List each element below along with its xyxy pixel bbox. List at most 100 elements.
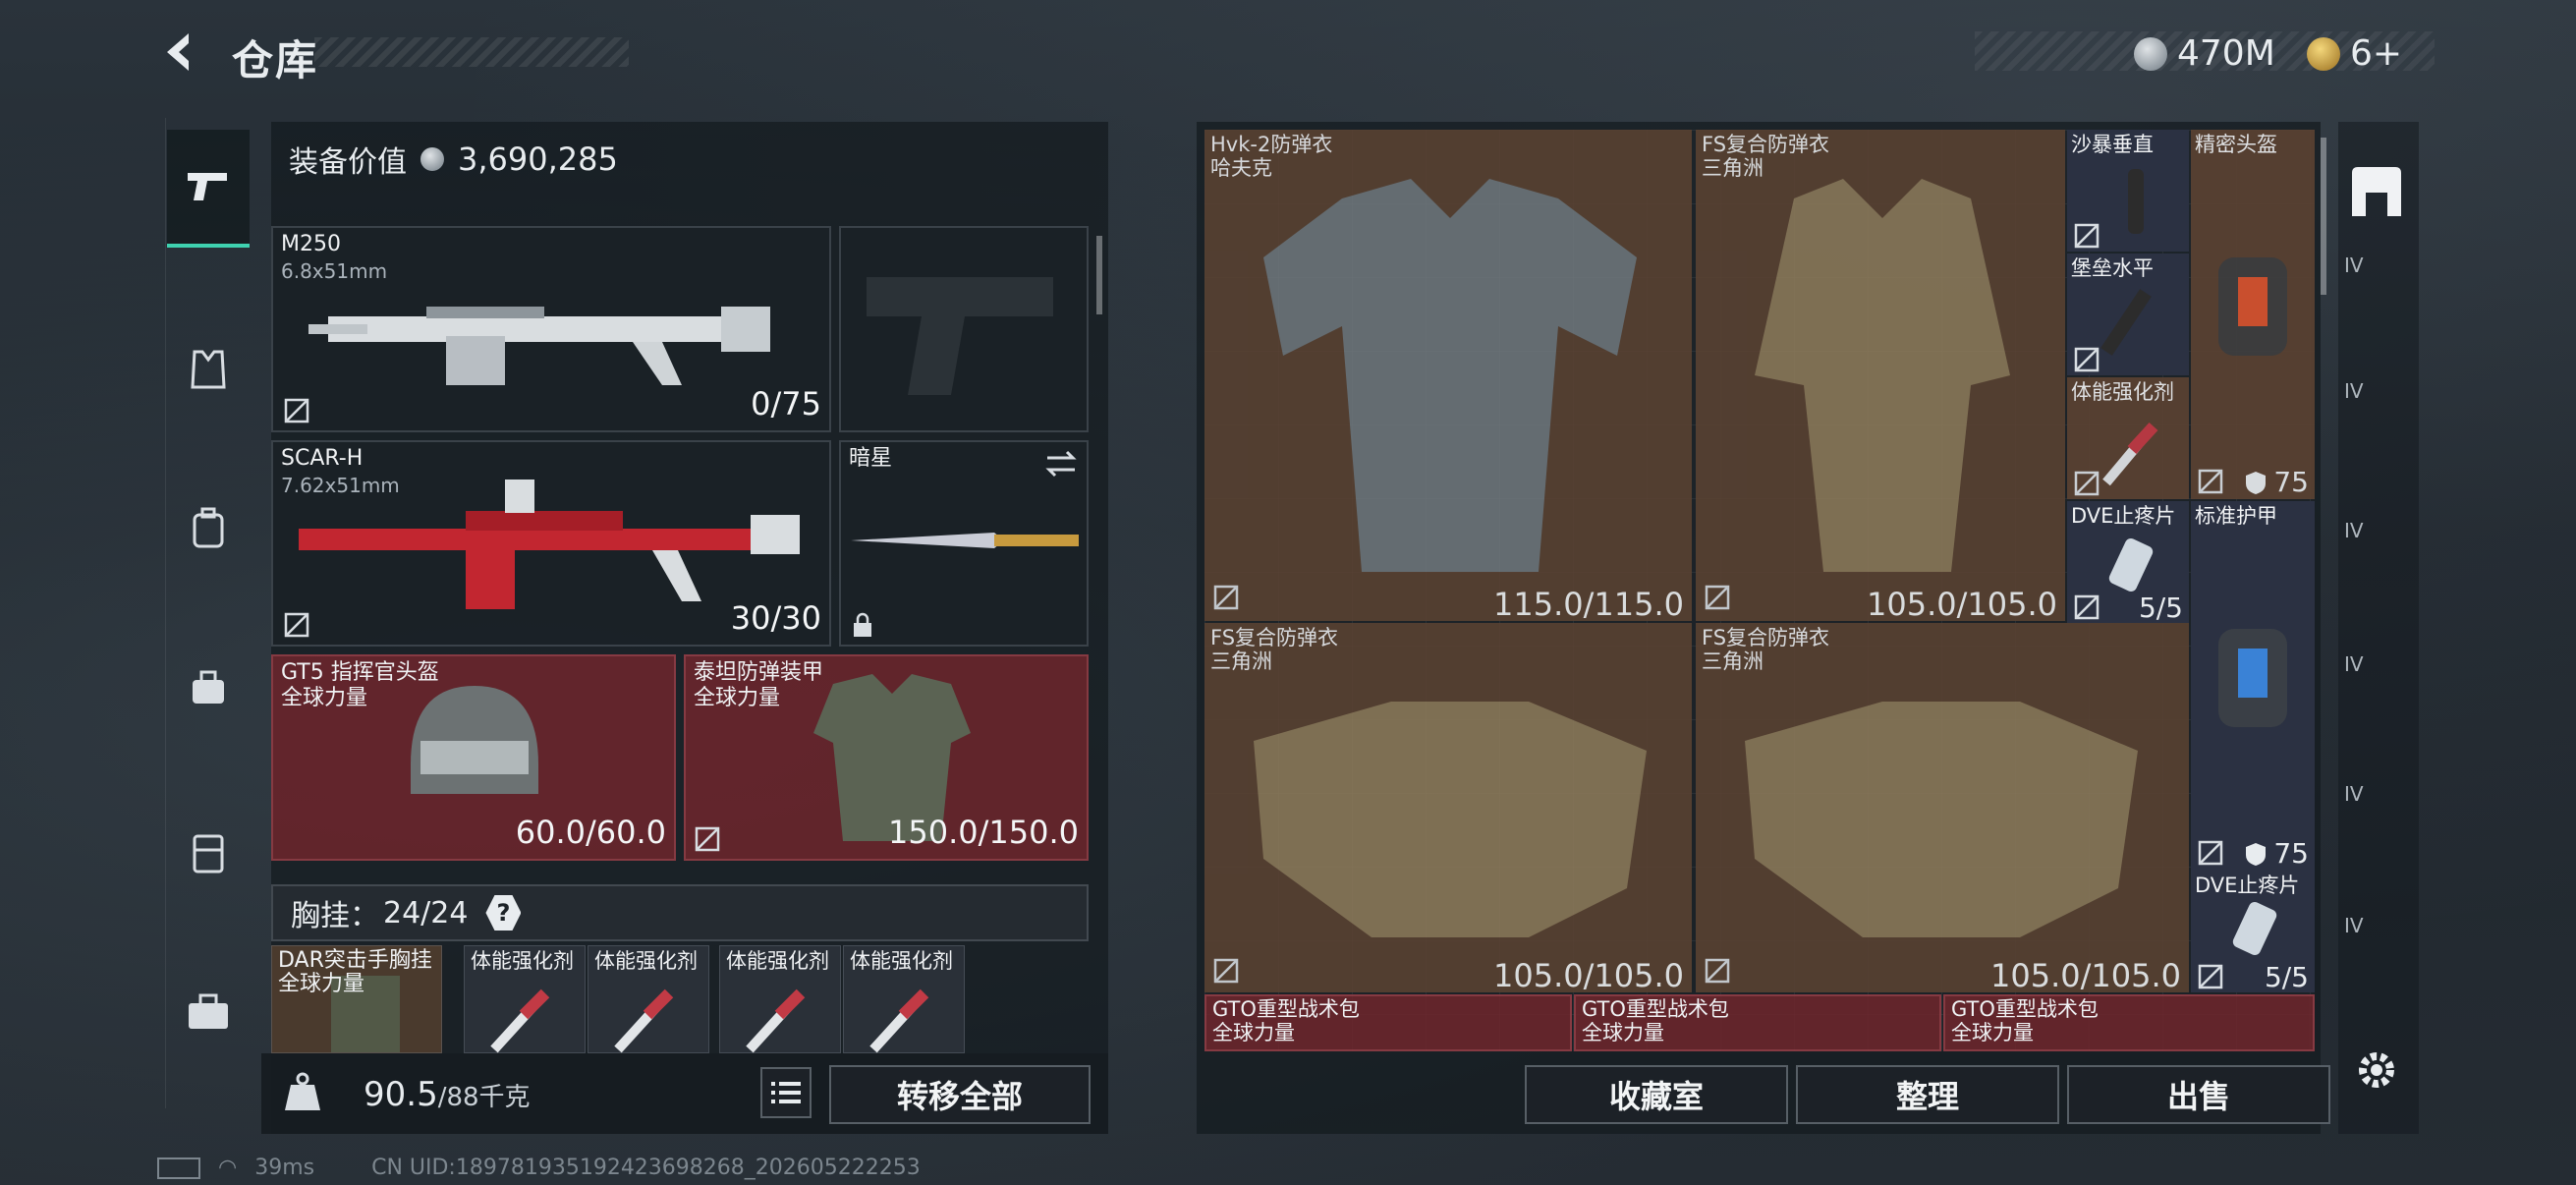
item-shield-value: 75 [2273, 837, 2309, 870]
weapon-ammo: 30/30 [730, 599, 821, 637]
tier-label: IV [2344, 519, 2364, 542]
stash-item-11[interactable]: GTO重型战术包 全球力量 [1204, 994, 1572, 1051]
collection-room-button[interactable]: 收藏室 [1525, 1065, 1788, 1124]
vest-icon [1254, 702, 1647, 937]
stash-item-12[interactable]: GTO重型战术包 全球力量 [1574, 994, 1941, 1051]
rig-item-1[interactable]: 体能强化剂 [464, 945, 586, 1053]
pistol-slot-empty[interactable] [839, 226, 1089, 432]
pistol-icon [188, 173, 227, 200]
loadout-scrollbar[interactable] [1096, 236, 1102, 314]
item-name: FS复合防弹衣 [1702, 133, 1830, 156]
stash-item-7[interactable]: 标准护甲 75 [2191, 501, 2315, 871]
unlock-icon [2074, 347, 2100, 372]
list-view-button[interactable] [760, 1067, 812, 1118]
unlock-icon [1705, 958, 1730, 984]
stash-item-2[interactable]: 沙暴垂直 [2067, 130, 2189, 252]
stash-item-13[interactable]: GTO重型战术包 全球力量 [1943, 994, 2315, 1051]
rig-item-3[interactable]: 体能强化剂 [719, 945, 841, 1053]
unlock-icon [2198, 964, 2223, 989]
stash-tab-6[interactable]: IV [2344, 914, 2409, 953]
gear-icon [2359, 1052, 2394, 1088]
pill-bottle-icon [2108, 537, 2154, 592]
secondary-weapon-slot[interactable]: SCAR-H 7.62x51mm 30/30 [271, 440, 831, 647]
sell-button[interactable]: 出售 [2067, 1065, 2330, 1124]
stash-item-3[interactable]: 精密头盔 75 [2191, 130, 2315, 499]
stash-item-4[interactable]: 堡垒水平 [2067, 254, 2189, 375]
weight-display: 90.5 /88千克 [364, 1075, 531, 1114]
syringe-icon [2102, 422, 2158, 486]
tier-label: IV [2344, 652, 2364, 676]
rail-container-tab[interactable] [167, 794, 250, 912]
chest-rig-header: 胸挂： 24/24 ? [271, 884, 1089, 941]
item-name: 体能强化剂 [2071, 380, 2174, 404]
item-name: GTO重型战术包 [1212, 997, 1360, 1021]
item-name: GTO重型战术包 [1582, 997, 1729, 1021]
armor-plate-icon [2218, 629, 2287, 727]
stash-item-0[interactable]: Hvk-2防弹衣 哈夫克 115.0/115.0 [1204, 130, 1692, 623]
item-shield: 75 [2244, 837, 2309, 870]
rail-armor-tab[interactable] [167, 310, 250, 428]
syringe-icon [490, 988, 550, 1053]
stash-tab-5[interactable]: IV [2344, 782, 2409, 821]
stash-item-6[interactable]: DVE止疼片 5/5 [2067, 501, 2189, 624]
tier-label: IV [2344, 254, 2364, 277]
currency-amount: 470M [2177, 33, 2275, 74]
rail-backpack-tab[interactable] [167, 470, 250, 588]
stash-tab-3[interactable]: IV [2344, 519, 2409, 558]
item-count: 5/5 [2138, 592, 2183, 624]
unlock-icon [1213, 958, 1239, 984]
stash-tab-1[interactable]: IV [2344, 254, 2409, 293]
stash-item-5[interactable]: 体能强化剂 [2067, 377, 2189, 499]
bag-icon [193, 670, 224, 704]
helmet-slot[interactable]: GT5 指挥官头盔 全球力量 60.0/60.0 [271, 654, 676, 861]
unlock-icon [2198, 469, 2223, 494]
stash-tab-2[interactable]: IV [2344, 379, 2409, 419]
help-button[interactable]: ? [485, 895, 522, 931]
stash-tab-4[interactable]: IV [2344, 652, 2409, 692]
settings-button[interactable] [2352, 1045, 2401, 1095]
ticket-icon [2307, 36, 2340, 71]
shield-icon [2246, 471, 2267, 494]
stash-item-1[interactable]: FS复合防弹衣 三角洲 105.0/105.0 [1696, 130, 2065, 623]
page-title: 仓库 [232, 36, 319, 85]
unlock-icon [695, 826, 720, 852]
primary-weapon-slot[interactable]: M250 6.8x51mm 0/75 [271, 226, 831, 432]
sort-button[interactable]: 整理 [1796, 1065, 2059, 1124]
swap-icon[interactable] [1043, 448, 1079, 480]
unlock-icon [284, 398, 309, 423]
rig-item-2[interactable]: 体能强化剂 [588, 945, 709, 1053]
transfer-all-button[interactable]: 转移全部 [829, 1065, 1091, 1124]
stash-scrollbar[interactable] [2321, 138, 2326, 295]
unlock-icon [2074, 223, 2100, 249]
rail-briefcase-tab[interactable] [167, 953, 250, 1071]
stash-item-10[interactable]: DVE止疼片 5/5 [2191, 871, 2315, 993]
stash-tab-all[interactable] [2348, 163, 2405, 220]
ticket-display: 6+ [2307, 33, 2402, 74]
pistol-placeholder-icon [867, 277, 1053, 395]
melee-slot[interactable]: 暗星 [839, 440, 1089, 647]
item-brand: 全球力量 [1582, 1021, 1664, 1044]
status-bar: ◠ 39ms CN UID:18978193519242369826​8_202… [157, 1156, 921, 1180]
grip-icon [2128, 169, 2144, 234]
knife-icon [851, 533, 1079, 548]
currency-display: 470M [2134, 33, 2275, 74]
rig-item-4[interactable]: 体能强化剂 [843, 945, 965, 1053]
stash-item-9[interactable]: FS复合防弹衣 三角洲 105.0/105.0 [1696, 623, 2189, 994]
briefcase-icon [189, 993, 228, 1029]
helmet-durability: 60.0/60.0 [515, 814, 666, 851]
stash-item-8[interactable]: FS复合防弹衣 三角洲 105.0/105.0 [1204, 623, 1692, 994]
item-name: FS复合防弹衣 [1210, 626, 1339, 649]
syringe-icon [869, 988, 929, 1053]
armor-slot[interactable]: 泰坦防弹装甲 全球力量 150.0/150.0 [684, 654, 1089, 861]
item-name: 沙暴垂直 [2071, 133, 2154, 156]
rig-item-name: 体能强化剂 [471, 949, 574, 973]
item-durability: 105.0/105.0 [1990, 957, 2181, 994]
rig-item-0[interactable]: DAR突击手胸挂 全球力量 [271, 945, 442, 1053]
item-durability: 115.0/115.0 [1493, 586, 1684, 623]
back-button[interactable] [155, 28, 204, 77]
chest-rig-count: 24/24 [383, 895, 469, 931]
rail-weapons-tab[interactable] [167, 130, 250, 248]
melee-name: 暗星 [849, 446, 893, 471]
vault-icon [2352, 167, 2401, 216]
rail-bag-tab[interactable] [167, 629, 250, 747]
